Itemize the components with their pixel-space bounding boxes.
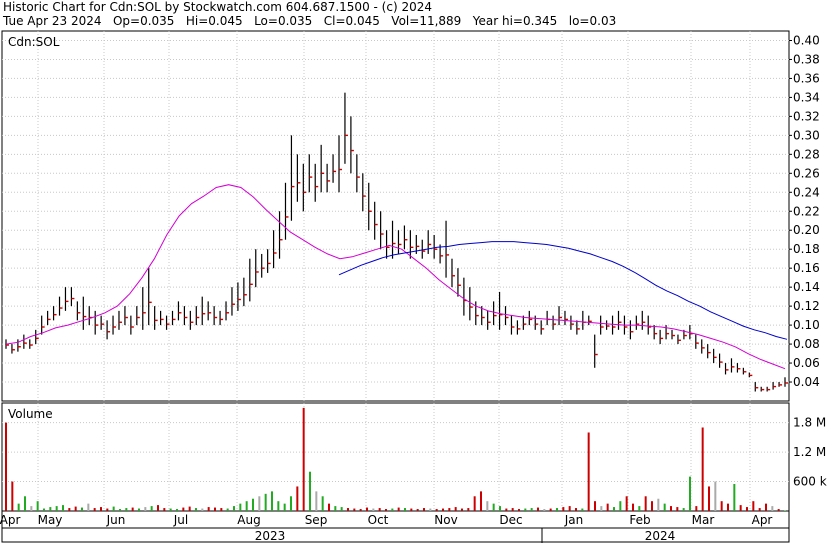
volume-panel [1,402,790,512]
price-tick-label: 0.16 [793,261,820,275]
volume-label: Volume [8,407,53,421]
price-tick-label: 0.40 [793,33,820,47]
month-label: Jan [564,513,584,527]
price-tick-label: 0.14 [793,280,820,294]
price-tick-label: 0.24 [793,185,820,199]
price-tick-label: 0.06 [793,356,820,370]
month-label: Sep [305,513,328,527]
stock-chart-window: Historic Chart for Cdn:SOL by Stockwatch… [0,0,830,543]
month-label: May [38,513,63,527]
month-label: Dec [499,513,522,527]
year-label: 2023 [255,529,286,543]
price-tick-label: 0.34 [793,90,820,104]
month-label: Oct [368,513,389,527]
month-label: Nov [434,513,457,527]
price-tick-label: 0.28 [793,147,820,161]
price-tick-label: 0.22 [793,204,820,218]
price-tick-label: 0.32 [793,109,820,123]
month-label: Feb [629,513,650,527]
month-label: Aug [237,513,260,527]
price-tick-label: 0.26 [793,166,820,180]
year-label: 2024 [645,529,676,543]
price-tick-label: 0.36 [793,71,820,85]
volume-tick-label: 600 k [793,475,827,489]
price-tick-label: 0.10 [793,318,820,332]
price-panel [1,30,790,402]
volume-tick-label: 1.8 M [793,416,826,430]
price-volume-chart: 0.04 0.06 0.08 0.10 0.12 0.14 0.16 0.18 0.20 0.22… [0,30,827,543]
price-tick-label: 0.20 [793,223,820,237]
price-tick-label: 0.18 [793,242,820,256]
month-label: Jul [173,513,188,527]
price-tick-label: 0.04 [793,375,820,389]
month-label: Apr [752,513,773,527]
price-tick-label: 0.12 [793,299,820,313]
price-tick-label: 0.38 [793,52,820,66]
price-tick-label: 0.30 [793,128,820,142]
month-label: Apr [0,513,20,527]
volume-tick-label: 1.2 M [793,445,826,459]
price-tick-label: 0.08 [793,337,820,351]
month-label: Jun [106,513,126,527]
month-label: Mar [692,513,715,527]
symbol-label: Cdn:SOL [8,35,60,49]
